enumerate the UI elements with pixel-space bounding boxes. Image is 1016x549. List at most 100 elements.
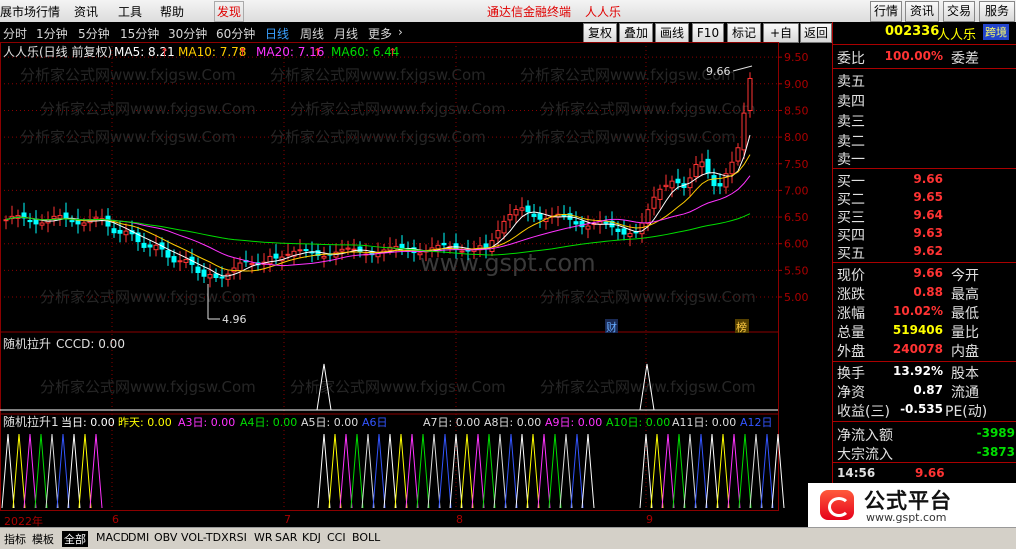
watermark: 分析家公式网www.fxjgsw.Com (290, 378, 506, 396)
menu-help[interactable]: 帮助 (160, 3, 184, 20)
candle-body (273, 253, 279, 259)
period-1min[interactable]: 1分钟 (36, 25, 68, 42)
watermark: 分析家公式网www.fxjgsw.Com (290, 100, 506, 118)
quote-button[interactable]: 行情 (870, 1, 902, 22)
ind2-label: 昨天: 0.00 (118, 416, 172, 429)
candle-body (495, 230, 501, 239)
period-60min[interactable]: 60分钟 (216, 25, 255, 42)
menu-market[interactable]: 展市场行情 (0, 3, 60, 20)
candle-body (657, 188, 663, 200)
menu-find[interactable]: 发现 (214, 1, 245, 22)
ask-row: 卖五 (833, 71, 1016, 90)
stat-value: 0.87 (913, 383, 943, 397)
ind2-label: A11日: 0.00 (672, 416, 736, 429)
f10-button[interactable]: F10 (692, 23, 724, 43)
back-button[interactable]: 返回 (800, 23, 832, 43)
period-daily[interactable]: 日线 (265, 25, 289, 42)
bid-row: 买五 9.62 (833, 243, 1016, 262)
flow-row: 大宗流入 -3873 (833, 444, 1016, 463)
date-label: 8 (456, 513, 463, 526)
candle-body (537, 213, 543, 220)
candle-body (705, 158, 711, 174)
candle-body (417, 252, 423, 256)
draw-button[interactable]: 画线 (655, 23, 689, 43)
tab-sar[interactable]: SAR (275, 531, 297, 544)
candle-body (153, 244, 159, 251)
signal-zigzag (89, 433, 103, 509)
period-more[interactable]: 更多 (368, 25, 392, 42)
date-axis: 2022年 6 7 8 9 (0, 512, 832, 528)
tab-obv[interactable]: OBV (154, 531, 177, 544)
axis-tick-label: 5.00 (784, 291, 809, 304)
ind2-label: A9日: 0.00 (545, 416, 602, 429)
ind2-label: A5日: 0.00 (301, 416, 358, 429)
watermark: 分析家公式网www.fxjgsw.Com (20, 66, 236, 84)
candle-body (111, 228, 117, 234)
stat-label: 收益(三) (837, 404, 890, 420)
menu-news[interactable]: 资讯 (74, 3, 98, 20)
candle-body (663, 184, 669, 188)
tab-macd[interactable]: MACD (96, 531, 129, 544)
indicator2-lines (1, 433, 785, 509)
tab-boll[interactable]: BOLL (352, 531, 380, 544)
watermark: 分析家公式网www.fxjgsw.Com (40, 100, 256, 118)
signal-zigzag (405, 433, 419, 509)
tab-dmi[interactable]: DMI (128, 531, 149, 544)
high-price-label: 9.66 (706, 65, 731, 78)
stat-label: 总量 (837, 325, 865, 341)
chevron-right-icon[interactable]: › (398, 25, 403, 39)
rank-badge-label: 榜 (736, 320, 747, 334)
tab-rsi[interactable]: RSI (229, 531, 247, 544)
service-button[interactable]: 服务 (979, 1, 1015, 22)
mark-button[interactable]: 标记 (727, 23, 761, 43)
axis-tick-label: 6.00 (784, 238, 809, 251)
candle-body (297, 249, 303, 252)
tab-cci[interactable]: CCI (327, 531, 346, 544)
ask-row: 卖四 (833, 91, 1016, 110)
flow-label: 大宗流入 (837, 447, 893, 463)
up-arrow-icon: ↑ (388, 46, 397, 59)
stat-label: 外盘 (837, 344, 865, 360)
signal-zigzag (67, 433, 81, 509)
signal-zigzag (760, 433, 774, 509)
period-30min[interactable]: 30分钟 (168, 25, 207, 42)
watermark: 分析家公式网www.fxjgsw.Com (520, 128, 736, 146)
price-axis: 9.50 9.00 8.50 8.00 7.50 7.00 6.50 6.00 5.50 5.00 (778, 51, 809, 304)
tab-all[interactable]: 全部 (62, 531, 88, 547)
period-15min[interactable]: 15分钟 (120, 25, 159, 42)
stat-label: 涨幅 (837, 306, 865, 322)
kline-chart-area[interactable]: 分析家公式网www.fxjgsw.Com 分析家公式网www.fxjgsw.Co… (0, 42, 832, 512)
period-timeshare[interactable]: 分时 (3, 25, 27, 42)
axis-tick-label: 8.00 (784, 131, 809, 144)
cross-border-tag: 跨境 (983, 24, 1009, 40)
tab-wr[interactable]: WR (254, 531, 273, 544)
period-5min[interactable]: 5分钟 (78, 25, 110, 42)
trade-button[interactable]: 交易 (943, 1, 975, 22)
tab-kdj[interactable]: KDJ (302, 531, 321, 544)
adjust-button[interactable]: 复权 (583, 23, 617, 43)
low-price-label: 4.96 (222, 313, 247, 326)
candle-body (165, 250, 171, 258)
candle-body (183, 259, 189, 263)
tab-indicator[interactable]: 指标 (4, 531, 26, 547)
candle-body (675, 178, 681, 184)
menu-tools[interactable]: 工具 (118, 3, 142, 20)
tab-template[interactable]: 模板 (32, 531, 54, 547)
candle-body (501, 220, 507, 234)
tab-vol-tdx[interactable]: VOL-TDX (181, 531, 229, 544)
signal-zigzag (581, 433, 595, 509)
quote-panel: 002336 人人乐 跨境 委比 100.00% 委差 卖五 卖四 卖三 卖二 … (832, 22, 1016, 512)
flow-row: 净流入额 -3989 (833, 425, 1016, 444)
overlay-button[interactable]: 叠加 (619, 23, 653, 43)
period-monthly[interactable]: 月线 (334, 25, 358, 42)
news-button[interactable]: 资讯 (905, 1, 939, 22)
candle-body (69, 220, 75, 223)
stat-label2: 量比 (951, 325, 979, 341)
period-weekly[interactable]: 周线 (300, 25, 324, 42)
add-watchlist-button[interactable]: +自选 (763, 23, 799, 58)
signal-zigzag (694, 433, 708, 509)
up-arrow-icon: ↑ (160, 46, 169, 59)
bid-row: 买三 9.64 (833, 207, 1016, 226)
signal-zigzag (471, 433, 485, 509)
candle-body (51, 215, 57, 220)
